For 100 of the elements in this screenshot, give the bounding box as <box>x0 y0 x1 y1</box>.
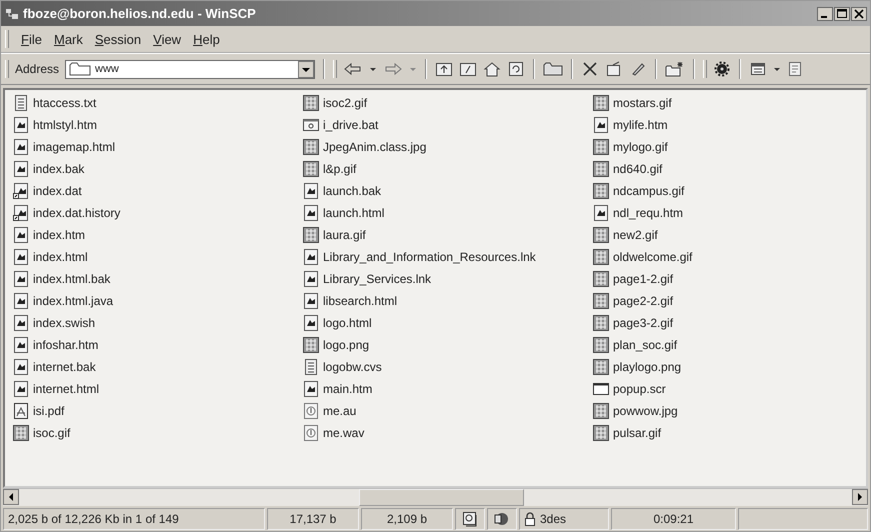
lock-icon <box>524 512 536 526</box>
directory-entry[interactable]: isoc2.gif <box>303 95 368 111</box>
directory-entry[interactable]: me.wav <box>303 425 364 441</box>
directory-entry[interactable]: index.html.bak <box>13 271 110 287</box>
minimize-icon[interactable] <box>817 6 833 20</box>
back-icon[interactable] <box>343 61 364 77</box>
directory-entry[interactable]: i_drive.bat <box>303 117 378 133</box>
directory-entry[interactable]: index.bak <box>13 161 84 177</box>
directory-entry[interactable]: main.htm <box>303 381 372 397</box>
image-file-icon <box>13 425 29 441</box>
directory-entry[interactable]: index.html <box>13 249 88 265</box>
directory-entry[interactable]: playlogo.png <box>593 359 682 375</box>
directory-entry[interactable]: mylogo.gif <box>593 139 668 155</box>
image-file-icon <box>593 293 609 309</box>
web-page-icon <box>303 249 319 265</box>
directory-entry[interactable]: index.swish <box>13 315 96 331</box>
menu-item[interactable]: Session <box>94 32 142 46</box>
directory-entry[interactable]: page1-2.gif <box>593 271 674 287</box>
shortcut-page-icon <box>13 205 29 221</box>
parent-folder-icon[interactable] <box>435 61 454 77</box>
directory-entry[interactable]: launch.html <box>303 205 384 221</box>
directory-entry[interactable]: mostars.gif <box>593 95 672 111</box>
directory-entry[interactable]: me.au <box>303 403 356 419</box>
directory-entry[interactable]: laura.gif <box>303 227 366 243</box>
directory-entry[interactable]: ndcampus.gif <box>593 183 684 199</box>
web-page-icon <box>13 161 29 177</box>
directory-entry[interactable]: index.dat <box>13 183 82 199</box>
forward-icon[interactable] <box>383 61 404 77</box>
directory-entry[interactable]: Library_and_Information_Resources.lnk <box>303 249 536 265</box>
image-file-icon <box>303 139 319 155</box>
image-file-icon <box>593 161 609 177</box>
web-page-icon <box>303 205 319 221</box>
maximize-icon[interactable] <box>834 6 850 20</box>
directory-entry[interactable]: htaccess.txt <box>13 95 96 111</box>
document-icon[interactable] <box>787 61 804 77</box>
view-icon[interactable] <box>749 61 768 77</box>
text-file-icon <box>13 95 29 111</box>
directory-entry[interactable]: logo.html <box>303 315 372 331</box>
image-file-icon <box>593 403 609 419</box>
app-icon <box>5 8 19 20</box>
directory-entry[interactable]: popup.scr <box>593 381 666 397</box>
directory-entry[interactable]: index.html.java <box>13 293 114 309</box>
refresh-icon[interactable] <box>507 61 526 77</box>
image-file-icon <box>303 161 319 177</box>
settings-icon[interactable] <box>713 61 732 77</box>
directory-entry[interactable]: index.dat.history <box>13 205 120 221</box>
scrollbar-thumb[interactable] <box>359 489 524 506</box>
directory-entry[interactable]: infoshar.htm <box>13 337 98 353</box>
directory-entry[interactable]: page3-2.gif <box>593 315 674 331</box>
directory-entry[interactable]: internet.bak <box>13 359 96 375</box>
directory-entry[interactable]: logo.png <box>303 337 370 353</box>
image-file-icon <box>303 95 319 111</box>
directory-entry[interactable]: isoc.gif <box>13 425 70 441</box>
menu-item[interactable]: Help <box>193 32 220 46</box>
directory-entry[interactable]: Library_Services.lnk <box>303 271 432 287</box>
web-page-icon <box>303 271 319 287</box>
web-page-icon <box>593 205 609 221</box>
directory-entry[interactable]: l&p.gif <box>303 161 356 177</box>
directory-entry[interactable]: imagemap.html <box>13 139 116 155</box>
home-icon[interactable] <box>483 61 502 77</box>
web-page-icon <box>13 381 29 397</box>
directory-entry[interactable]: nd640.gif <box>593 161 662 177</box>
image-file-icon <box>593 139 609 155</box>
directory-entry[interactable]: htmlstyl.htm <box>13 117 98 133</box>
horizontal-scrollbar[interactable] <box>3 488 868 506</box>
web-page-icon <box>13 139 29 155</box>
directory-entry[interactable]: pulsar.gif <box>593 425 662 441</box>
window-title: fboze@boron.helios.nd.edu - WinSCP <box>23 6 257 21</box>
bytes-sent: 17,137 b <box>267 508 359 530</box>
directory-entry[interactable]: new2.gif <box>593 227 658 243</box>
menu-item[interactable]: View <box>153 32 182 46</box>
delete-icon[interactable] <box>581 61 600 77</box>
directory-entry[interactable]: libsearch.html <box>303 293 398 309</box>
image-file-icon <box>593 249 609 265</box>
directory-entry[interactable]: ndl_requ.htm <box>593 205 684 221</box>
address-field[interactable]: www <box>65 60 316 78</box>
menu-item[interactable]: File <box>21 32 42 46</box>
scroll-left-icon[interactable] <box>3 489 19 505</box>
image-file-icon <box>303 337 319 353</box>
close-icon[interactable] <box>851 6 867 20</box>
new-folder-icon[interactable] <box>665 61 686 77</box>
directory-entry[interactable]: page2-2.gif <box>593 293 674 309</box>
directory-entry[interactable]: mylife.htm <box>593 117 668 133</box>
directory-entry[interactable]: launch.bak <box>303 183 382 199</box>
session-duration: 0:09:21 <box>611 508 736 530</box>
directory-entry[interactable]: logobw.cvs <box>303 359 382 375</box>
directory-entry[interactable]: plan_soc.gif <box>593 337 678 353</box>
directory-entry[interactable]: powwow.jpg <box>593 403 678 419</box>
directory-entry[interactable]: isi.pdf <box>13 403 64 419</box>
directory-entry[interactable]: index.htm <box>13 227 86 243</box>
directory-entry[interactable]: internet.html <box>13 381 100 397</box>
folder-icon[interactable] <box>543 61 564 77</box>
web-page-icon <box>13 359 29 375</box>
dropdown-icon[interactable] <box>298 60 314 78</box>
directory-entry[interactable]: oldwelcome.gif <box>593 249 692 265</box>
menu-item[interactable]: Mark <box>54 32 83 46</box>
scroll-right-icon[interactable] <box>852 489 868 505</box>
directory-entry[interactable]: JpegAnim.class.jpg <box>303 139 426 155</box>
cipher-name: 3des <box>540 512 566 526</box>
image-file-icon <box>593 337 609 353</box>
